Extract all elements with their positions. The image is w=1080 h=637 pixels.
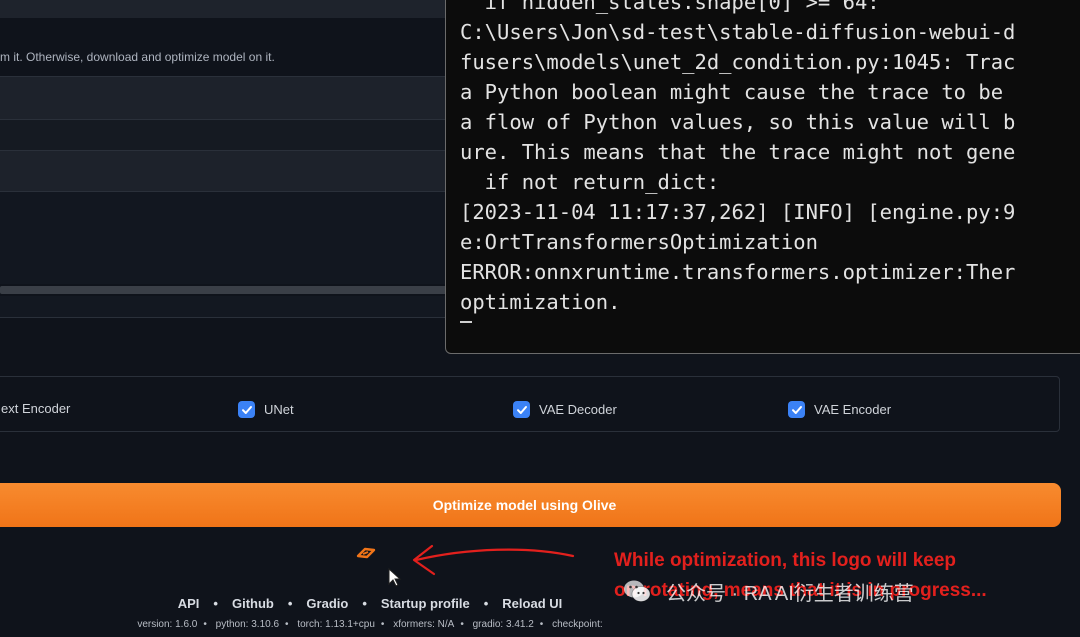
- terminal-line: if not return_dict:: [460, 170, 720, 194]
- xformers-version-text: xformers: N/A: [393, 619, 455, 630]
- model-field[interactable]: [0, 76, 460, 120]
- python-version-text: python: 3.10.6: [215, 619, 280, 630]
- terminal-line: [2023-11-04 11:17:37,262] [INFO] [engine…: [460, 200, 1016, 224]
- terminal-line: ERROR:onnxruntime.transformers.optimizer…: [460, 260, 1016, 284]
- optimize-hint-text: m it. Otherwise, download and optimize m…: [0, 50, 275, 64]
- checkbox-vae-encoder[interactable]: VAE Encoder: [788, 401, 891, 418]
- checkpoint-text: checkpoint:: [552, 619, 603, 630]
- terminal-line: a Python boolean might cause the trace t…: [460, 80, 1004, 104]
- mouse-pointer-icon: [388, 568, 402, 587]
- checkbox-vae-decoder[interactable]: VAE Decoder: [513, 401, 617, 418]
- terminal-line: ure. This means that the trace might not…: [460, 140, 1016, 164]
- footer-separator: •: [483, 596, 489, 611]
- footer-version-info: version: 1.6.0 • python: 3.10.6 • torch: 1…: [137, 619, 603, 630]
- checkbox-label: VAE Encoder: [814, 402, 892, 417]
- footer-separator: •: [213, 596, 218, 611]
- checkbox-checked-icon[interactable]: [788, 401, 805, 418]
- panel-gap: [0, 120, 460, 150]
- footer-link-gradio[interactable]: Gradio: [306, 596, 348, 611]
- terminal-line: optimization.: [460, 290, 621, 314]
- horizontal-scrollbar[interactable]: [0, 286, 450, 294]
- checkbox-text-encoder[interactable]: ext Encoder: [1, 401, 70, 416]
- loading-spinner-icon: [356, 547, 376, 559]
- panel-bottom: [0, 296, 450, 318]
- torch-version-text: torch: 1.13.1+cpu: [297, 619, 375, 630]
- footer-separator: •: [287, 596, 293, 611]
- watermark: 公众号 · RA AI衍生者训练营: [622, 576, 914, 606]
- version-text: version: 1.6.0: [137, 619, 198, 630]
- terminal-output: if hidden_states.shape[0] >= 64: C:\Users…: [460, 0, 1015, 317]
- annotation-line-1: While optimization, this logo will keep: [614, 550, 957, 571]
- footer-link-github[interactable]: Github: [232, 596, 274, 611]
- checkbox-checked-icon[interactable]: [513, 401, 530, 418]
- footer-link-reload-ui[interactable]: Reload UI: [502, 596, 562, 611]
- terminal-line: fusers\models\unet_2d_condition.py:1045:…: [460, 50, 1016, 74]
- terminal-line: a flow of Python values, so this value w…: [460, 110, 1016, 134]
- checkbox-unet[interactable]: UNet: [238, 401, 294, 418]
- top-input-bar[interactable]: [0, 0, 460, 18]
- component-checkbox-group: ext Encoder UNet VAE Decoder VAE Encoder: [0, 376, 1060, 432]
- checkbox-label: VAE Decoder: [539, 402, 617, 417]
- footer-link-api[interactable]: API: [178, 596, 200, 611]
- terminal-cursor: [460, 321, 472, 323]
- checkbox-label: UNet: [264, 402, 294, 417]
- terminal-line: C:\Users\Jon\sd-test\stable-diffusion-we…: [460, 20, 1016, 44]
- optimize-model-button[interactable]: Optimize model using Olive: [0, 483, 1061, 527]
- config-field[interactable]: [0, 150, 460, 192]
- terminal-line: e:OrtTransformersOptimization: [460, 230, 818, 254]
- footer-separator: •: [362, 596, 367, 611]
- panel-area: [0, 192, 460, 284]
- watermark-text: 公众号 · RA AI衍生者训练营: [666, 582, 914, 605]
- annotation-arrow-icon: [412, 544, 575, 576]
- footer-link-startup-profile[interactable]: Startup profile: [381, 596, 470, 611]
- wechat-logo-icon: [624, 580, 651, 602]
- checkbox-label: ext Encoder: [1, 401, 71, 416]
- terminal-line: if hidden_states.shape[0] >= 64:: [460, 0, 880, 14]
- terminal-window[interactable]: if hidden_states.shape[0] >= 64: C:\Users…: [445, 0, 1080, 354]
- gradio-version-text: gradio: 3.41.2: [472, 619, 534, 630]
- checkbox-checked-icon[interactable]: [238, 401, 255, 418]
